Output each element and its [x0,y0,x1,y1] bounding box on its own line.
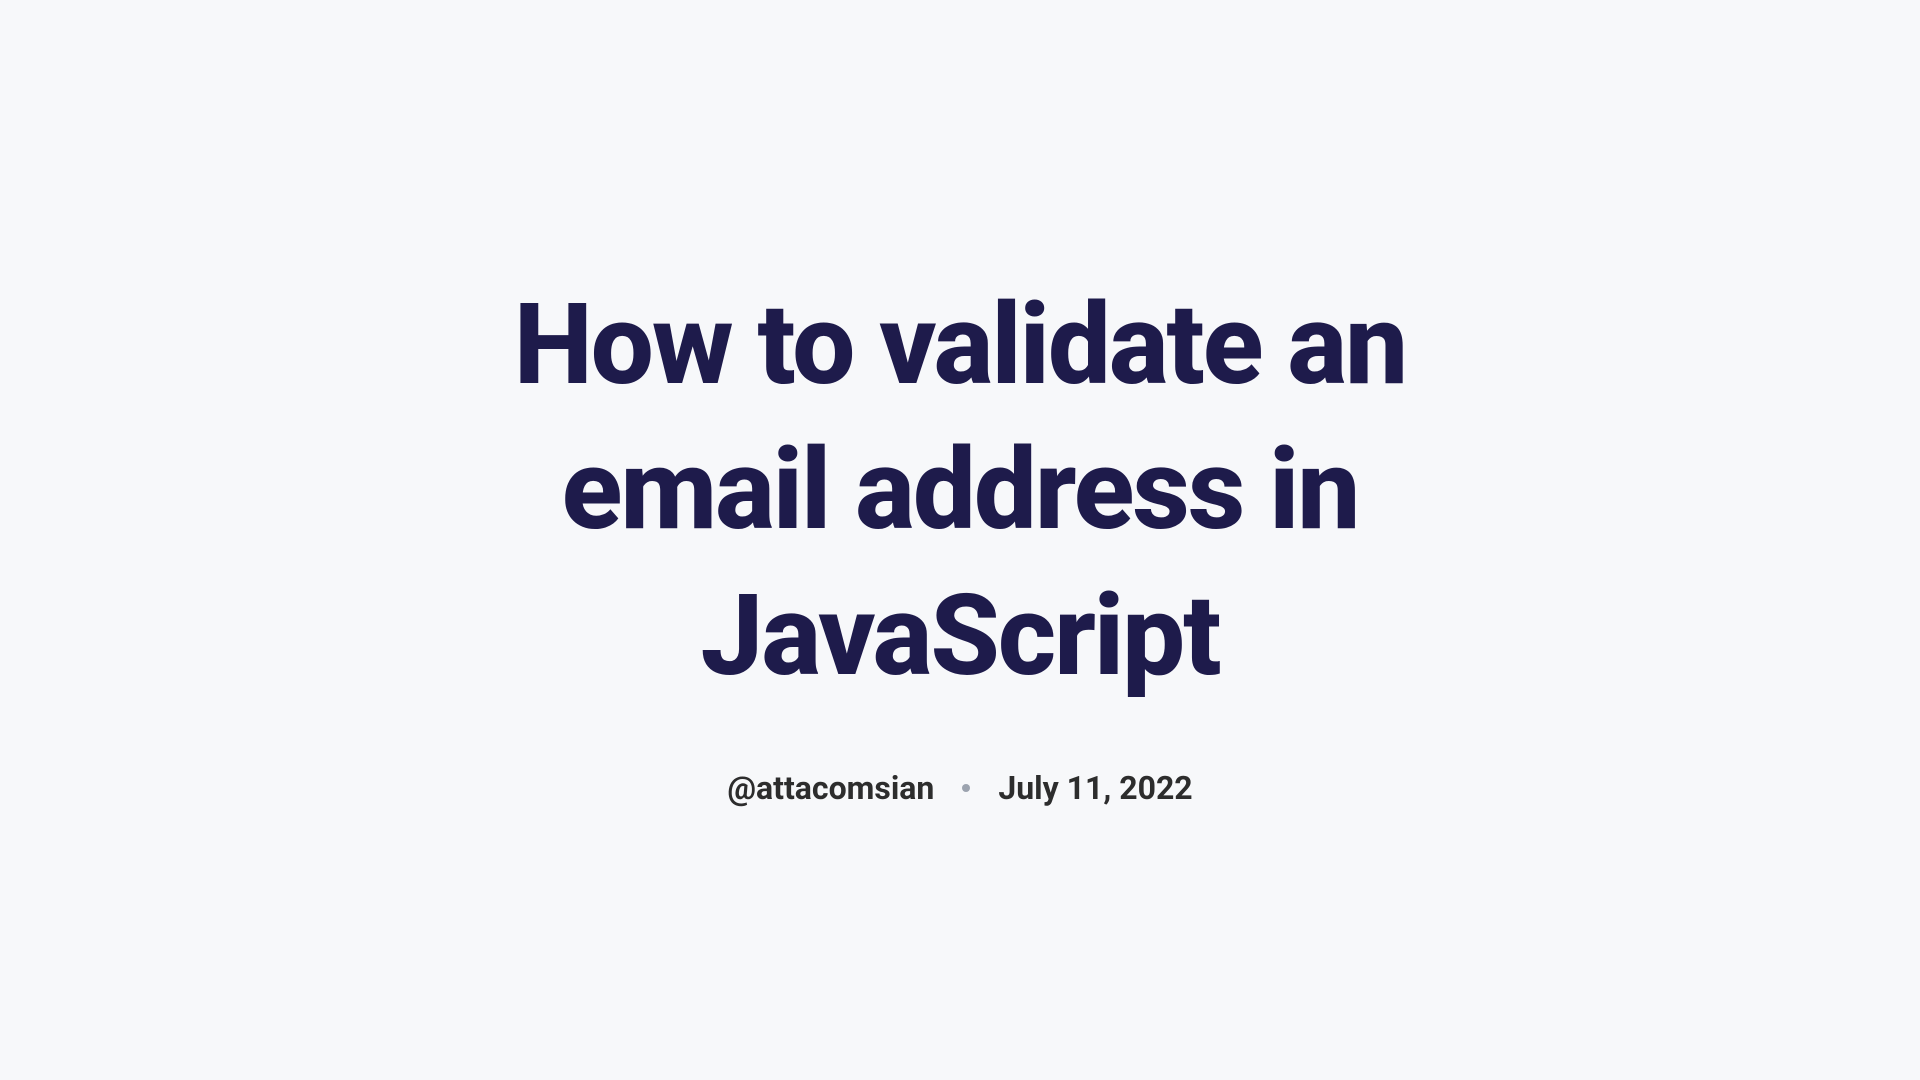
author-handle: @attacomsian [727,769,934,807]
article-meta: @attacomsian July 11, 2022 [400,769,1520,807]
publish-date: July 11, 2022 [998,769,1192,807]
article-title: How to validate an email address in Java… [400,273,1520,710]
article-header: How to validate an email address in Java… [360,273,1560,808]
bullet-separator-icon [962,784,970,792]
